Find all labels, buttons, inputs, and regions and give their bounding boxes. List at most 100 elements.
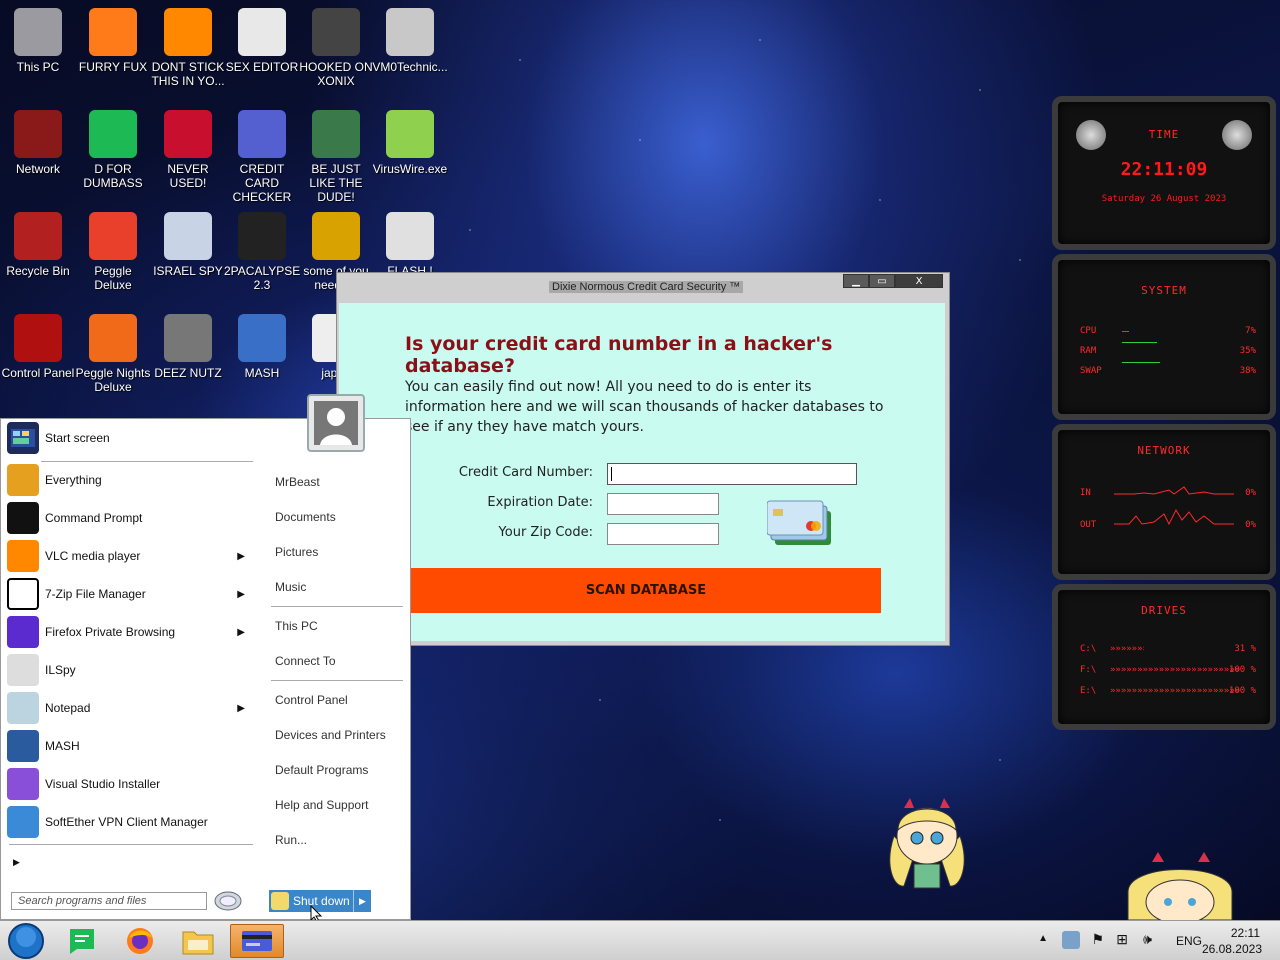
separator <box>9 844 253 845</box>
expiration-label: Expiration Date: <box>487 495 593 510</box>
desktop-icon[interactable]: SEX EDITOR <box>224 8 300 74</box>
clock-date[interactable]: 26.08.2023 <box>1202 942 1262 956</box>
cpu-value: 7% <box>1245 326 1256 336</box>
desktop-icon[interactable]: DEEZ NUTZ <box>150 314 226 380</box>
network-in-graph <box>1114 486 1234 495</box>
taskbar-app-green[interactable] <box>62 924 102 958</box>
desktop-icon[interactable]: 2PACALYPSE 2.3 <box>224 212 300 292</box>
taskbar-credit-card-checker[interactable] <box>230 924 284 958</box>
drive-usage-bar: »»»»»»»»»»»»»»»»»»»»»»»»»»»»» <box>1110 644 1144 654</box>
title-bar[interactable]: Dixie Normous Credit Card Security ™ ▁ ▭… <box>337 273 949 303</box>
program-item[interactable]: Everything <box>7 463 253 497</box>
taskbar-firefox[interactable] <box>120 924 160 958</box>
start-link-music[interactable]: Music <box>275 580 306 594</box>
desktop-icon[interactable]: FLASH ! <box>372 212 448 278</box>
start-link-run[interactable]: Run... <box>275 833 307 847</box>
show-hidden-icons-icon[interactable]: ▲ <box>1038 933 1048 944</box>
start-link-mrbeast[interactable]: MrBeast <box>275 475 320 489</box>
spy-icon <box>164 212 212 260</box>
desktop-icon[interactable]: BE JUST LIKE THE DUDE! <box>298 110 374 204</box>
start-link-default-programs[interactable]: Default Programs <box>275 763 368 777</box>
credit-card-security-window: Dixie Normous Credit Card Security ™ ▁ ▭… <box>336 272 950 646</box>
user-icon <box>314 401 358 445</box>
vlc-icon <box>7 540 39 572</box>
start-screen-item[interactable]: Start screen <box>7 421 253 455</box>
desktop-icon-label: DONT STICK THIS IN YO... <box>151 60 225 88</box>
start-link-documents[interactable]: Documents <box>275 510 336 524</box>
desktop-icon-label: CREDIT CARD CHECKER <box>232 162 292 204</box>
program-item[interactable]: MASH <box>7 729 253 763</box>
program-item[interactable]: Notepad ▶ <box>7 691 253 725</box>
program-label: 7-Zip File Manager <box>45 587 146 601</box>
cpu-label: CPU <box>1080 326 1097 336</box>
desktop-icon[interactable]: MASH <box>224 314 300 380</box>
desktop-icon[interactable]: D FOR DUMBASS <box>75 110 151 190</box>
clock-time[interactable]: 22:11 <box>1231 926 1260 940</box>
scan-database-button[interactable]: SCAN DATABASE <box>411 568 881 613</box>
firefox-icon <box>89 8 137 56</box>
shutdown-options-arrow-icon[interactable]: ▶ <box>353 890 371 912</box>
action-center-flag-icon[interactable]: ⚑ <box>1091 931 1104 948</box>
volume-icon[interactable]: 🕪 <box>1143 931 1152 948</box>
program-item[interactable]: Firefox Private Browsing ▶ <box>7 615 253 649</box>
program-label: Command Prompt <box>45 511 143 525</box>
tray-app-icon[interactable] <box>1062 931 1080 949</box>
submenu-arrow-icon: ▶ <box>237 702 245 714</box>
desktop-icon[interactable]: Peggle Deluxe <box>75 212 151 292</box>
zip-input[interactable] <box>607 523 719 545</box>
beaver-icon <box>312 212 360 260</box>
start-button[interactable] <box>4 923 48 959</box>
desktop-icon[interactable]: VM0Technic... <box>372 8 448 74</box>
program-item[interactable]: ILSpy <box>7 653 253 687</box>
dialog-heading: Is your credit card number in a hacker's… <box>405 333 833 377</box>
power-icon <box>271 892 289 910</box>
desktop-icon[interactable]: CREDIT CARD CHECKER <box>224 110 300 204</box>
desktop-icon[interactable]: This PC <box>0 8 76 74</box>
start-link-control-panel[interactable]: Control Panel <box>275 693 348 707</box>
program-item[interactable]: Command Prompt <box>7 501 253 535</box>
card-number-input[interactable] <box>607 463 857 485</box>
desktop-icon[interactable]: Peggle Nights Deluxe <box>75 314 151 394</box>
desktop-icon-label: VirusWire.exe <box>372 162 448 176</box>
search-input[interactable]: Search programs and files <box>11 892 207 910</box>
desktop-icon[interactable]: ISRAEL SPY <box>150 212 226 278</box>
desktop-icon[interactable]: Recycle Bin <box>0 212 76 278</box>
drives-widget: DRIVES C:\ »»»»»»»»»»»»»»»»»»»»»»»»»»»»» 3… <box>1052 584 1276 730</box>
devcpp-icon <box>164 110 212 158</box>
desktop-icon[interactable]: Network <box>0 110 76 176</box>
desktop-icon[interactable]: HOOKED ON XONIX <box>298 8 374 88</box>
program-item[interactable]: VLC media player ▶ <box>7 539 253 573</box>
all-programs-arrow-icon[interactable]: ▶ <box>13 857 20 868</box>
clock-date: Saturday 26 August 2023 <box>1101 194 1227 204</box>
program-item[interactable]: 7-Zip File Manager ▶ <box>7 577 253 611</box>
desktop-icon[interactable]: DONT STICK THIS IN YO... <box>150 8 226 88</box>
drive-label: F:\ <box>1080 665 1097 675</box>
separator <box>271 680 403 681</box>
search-icon[interactable] <box>213 889 243 913</box>
desktop-icon[interactable]: FURRY FUX <box>75 8 151 74</box>
start-link-this-pc[interactable]: This PC <box>275 619 318 633</box>
start-link-connect-to[interactable]: Connect To <box>275 654 336 668</box>
user-avatar[interactable] <box>307 394 365 452</box>
expiration-input[interactable] <box>607 493 719 515</box>
desktop-icon-label: ISRAEL SPY <box>153 264 223 278</box>
start-link-help-and-support[interactable]: Help and Support <box>275 798 368 812</box>
desktop-icon[interactable]: VirusWire.exe <box>372 110 448 176</box>
network-tray-icon[interactable]: ⊞ <box>1116 931 1128 948</box>
maximize-button[interactable]: ▭ <box>869 274 895 288</box>
desktop-icon[interactable]: Control Panel <box>0 314 76 380</box>
drive-value: 100 % <box>1228 686 1256 696</box>
close-button[interactable]: X <box>895 274 943 288</box>
drive-usage-bar: »»»»»»»»»»»»»»»»»»»»»»»»»»»»» <box>1110 686 1240 696</box>
program-item[interactable]: Visual Studio Installer <box>7 767 253 801</box>
dialog-description: You can easily find out now! All you nee… <box>405 379 884 435</box>
start-link-devices-and-printers[interactable]: Devices and Printers <box>275 728 386 742</box>
start-link-pictures[interactable]: Pictures <box>275 545 318 559</box>
language-indicator[interactable]: ENG <box>1176 934 1202 948</box>
desktop-icon-label: D FOR DUMBASS <box>83 162 143 190</box>
desktop-icon[interactable]: NEVER USED! <box>150 110 226 190</box>
program-item[interactable]: SoftEther VPN Client Manager <box>7 805 253 839</box>
minimize-button[interactable]: ▁ <box>843 274 869 288</box>
taskbar-file-explorer[interactable] <box>178 924 218 958</box>
drive-value: 31 % <box>1234 644 1256 654</box>
